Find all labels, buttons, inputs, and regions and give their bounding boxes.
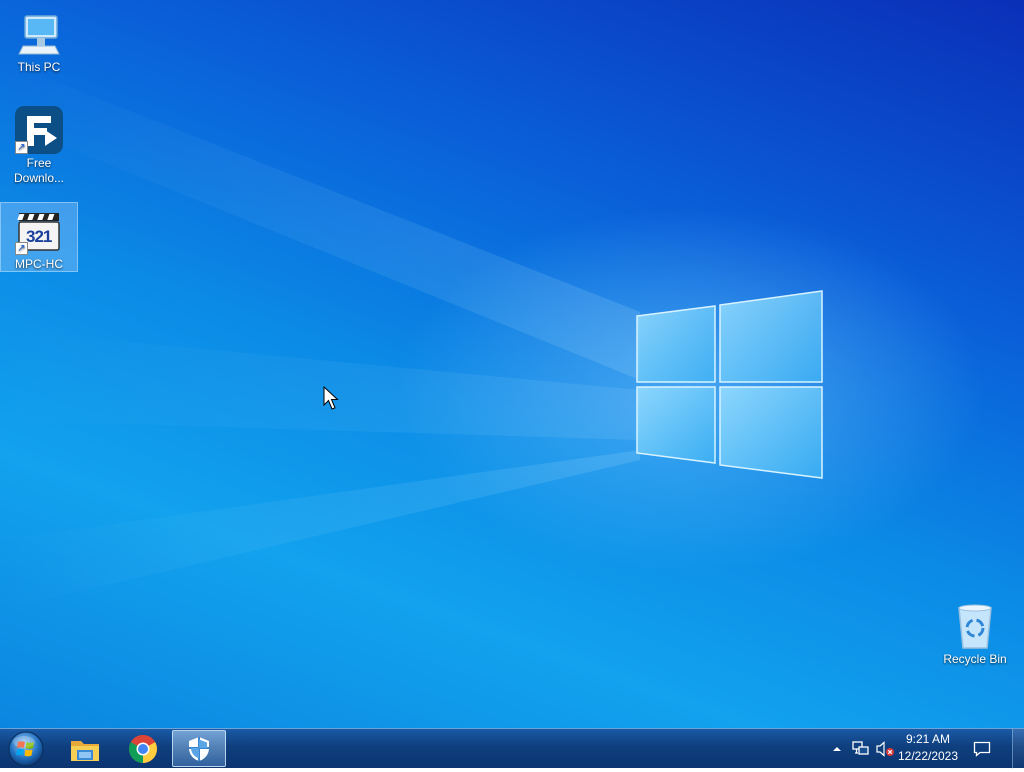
recycle-bin-icon	[951, 602, 999, 650]
clock-date: 12/22/2023	[897, 749, 959, 763]
desktop-icon-label: Free Downlo...	[13, 156, 65, 185]
mpc-hc-icon: 321 ↗	[15, 207, 63, 255]
shortcut-arrow-icon: ↗	[15, 141, 28, 154]
show-hidden-icons-chevron-icon	[833, 747, 841, 751]
show-hidden-icons-button[interactable]	[830, 729, 844, 769]
network-icon	[852, 741, 869, 755]
mpc-logo-text: 321	[26, 227, 52, 246]
chrome-icon	[129, 734, 157, 763]
mouse-pointer-icon	[323, 386, 339, 410]
clock-time: 9:21 AM	[905, 732, 951, 746]
shield-icon	[189, 736, 209, 761]
desktop-icon-label: MPC-HC	[15, 257, 63, 271]
windows-start-orb-icon	[8, 731, 44, 767]
start-button[interactable]	[7, 731, 45, 767]
shortcut-arrow-icon: ↗	[15, 242, 28, 255]
taskbar: 9:21 AM 12/22/2023	[0, 728, 1024, 769]
desktop-icon-label: Recycle Bin	[943, 652, 1007, 666]
desktop-icon-label: This PC	[17, 60, 61, 74]
free-download-manager-icon: ↗	[15, 106, 63, 154]
taskbar-file-explorer-button[interactable]	[58, 730, 112, 767]
computer-icon	[15, 10, 63, 58]
network-tray-button[interactable]	[849, 729, 873, 769]
taskbar-windows-security-button[interactable]	[172, 730, 226, 767]
action-center-icon	[973, 741, 991, 757]
desktop-icon-this-pc[interactable]: This PC	[1, 6, 77, 75]
desktop-icon-recycle-bin[interactable]: Recycle Bin	[937, 598, 1013, 667]
tray-clock[interactable]: 9:21 AM 12/22/2023	[892, 731, 964, 765]
show-desktop-button[interactable]	[1012, 729, 1024, 769]
wallpaper-art	[0, 60, 823, 610]
desktop-icon-free-download-manager[interactable]: ↗ Free Downlo...	[1, 102, 77, 186]
desktop[interactable]: This PC ↗ Free Downlo... 321 ↗ MPC-HC Re…	[0, 0, 1024, 728]
desktop-icon-mpc-hc[interactable]: 321 ↗ MPC-HC	[0, 202, 78, 272]
folder-icon	[71, 740, 99, 761]
taskbar-chrome-button[interactable]	[116, 730, 170, 767]
windows-logo	[636, 290, 823, 479]
action-center-button[interactable]	[968, 729, 996, 769]
